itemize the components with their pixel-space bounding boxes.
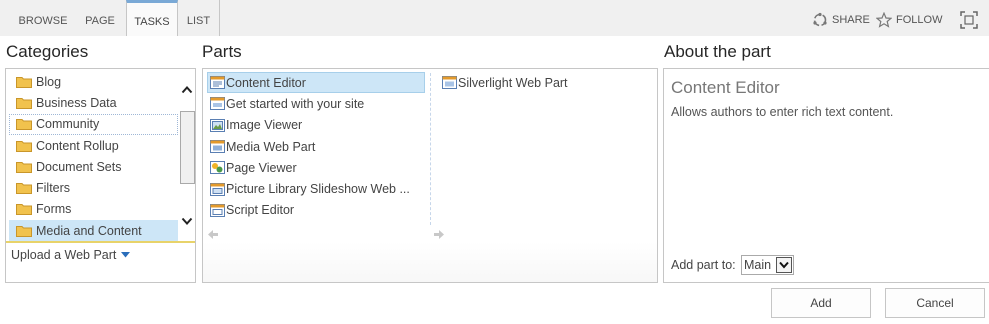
about-part-title: Content Editor [671,78,780,97]
part-item-media-web-part[interactable]: Media Web Part [207,136,425,157]
folder-icon [16,140,32,152]
part-item-script-editor[interactable]: Script Editor [207,200,425,221]
web-part-icon [210,97,225,111]
share-button[interactable]: SHARE [812,11,870,29]
category-item-media-and-content[interactable]: Media and Content [9,220,178,242]
about-heading: About the part [664,42,771,61]
folder-icon [16,225,32,237]
category-label: Filters [36,181,71,196]
part-item-content-editor[interactable]: Content Editor [207,72,425,94]
part-item-silverlight[interactable]: Silverlight Web Part [439,72,649,93]
folder-icon [16,119,32,131]
parts-list-column-2: Silverlight Web Part [439,72,649,93]
folder-icon [16,76,32,88]
part-label: Content Editor [226,75,306,90]
slideshow-icon [210,182,225,196]
cancel-button[interactable]: Cancel [885,288,985,318]
scroll-down-icon[interactable] [181,215,193,227]
part-label: Script Editor [226,203,295,218]
folder-icon [16,161,32,173]
scroll-up-icon[interactable] [181,84,193,96]
part-item-get-started[interactable]: Get started with your site [207,93,425,114]
category-item-content-rollup[interactable]: Content Rollup [9,135,178,156]
about-part-description: Allows authors to enter rich text conten… [671,105,894,119]
star-icon [876,12,892,28]
follow-button[interactable]: FOLLOW [876,11,942,29]
tab-tasks[interactable]: TASKS [126,0,178,36]
image-viewer-icon [210,118,225,132]
follow-label: FOLLOW [896,14,943,26]
part-item-image-viewer[interactable]: Image Viewer [207,115,425,136]
previous-page-arrow-icon[interactable] [208,229,219,240]
tab-list[interactable]: LIST [178,0,220,36]
script-editor-icon [210,203,225,217]
category-item-blog[interactable]: Blog [9,71,178,92]
part-label: Silverlight Web Part [458,75,568,90]
parts-panel: Content Editor Get started with your sit… [202,68,658,283]
category-item-filters[interactable]: Filters [9,177,178,198]
upload-label: Upload a Web Part [11,248,117,262]
next-page-arrow-icon[interactable] [433,229,444,240]
ribbon: BROWSE PAGE TASKS LIST SHARE FOLLOW [0,0,989,36]
about-panel: Content Editor Allows authors to enter r… [663,68,989,283]
category-item-document-sets[interactable]: Document Sets [9,156,178,177]
folder-icon [16,183,32,195]
parts-list-column-1: Content Editor Get started with your sit… [207,72,425,221]
part-item-page-viewer[interactable]: Page Viewer [207,157,425,178]
folder-icon [16,97,32,109]
category-label: Business Data [36,95,117,110]
tab-page[interactable]: PAGE [78,0,122,36]
select-arrow [776,257,792,273]
category-label: Media and Content [36,223,142,238]
part-label: Media Web Part [226,139,316,154]
parts-column-divider [430,73,431,225]
category-label: Document Sets [36,159,122,174]
category-label: Forms [36,202,72,217]
add-part-to-label: Add part to: [671,258,736,272]
category-label: Community [36,117,100,132]
silverlight-icon [442,76,457,90]
media-icon [210,140,225,154]
upload-web-part-button[interactable]: Upload a Web Part [11,248,131,262]
category-label: Content Rollup [36,138,119,153]
focus-icon [960,11,978,29]
categories-panel: Blog Business Data Community Content Rol… [5,68,196,283]
categories-list: Blog Business Data Community Content Rol… [9,71,178,242]
part-label: Picture Library Slideshow Web ... [226,182,410,197]
category-label: Blog [36,74,62,89]
focus-on-content-button[interactable] [960,11,978,29]
categories-heading: Categories [6,42,89,61]
add-button[interactable]: Add [771,288,871,318]
add-part-to-select[interactable]: Main [741,255,794,275]
share-label: SHARE [832,14,870,26]
category-item-forms[interactable]: Forms [9,199,178,220]
part-item-picture-library-slideshow[interactable]: Picture Library Slideshow Web ... [207,178,425,199]
add-part-to-value: Main [744,258,772,272]
share-icon [813,12,827,27]
folder-icon [16,204,32,216]
chevron-down-icon [779,261,789,269]
categories-scrollbar-thumb[interactable] [180,111,195,184]
tab-browse[interactable]: BROWSE [12,0,74,36]
parts-heading: Parts [202,42,242,61]
part-label: Get started with your site [226,96,365,111]
category-item-business-data[interactable]: Business Data [9,92,178,113]
category-item-community[interactable]: Community [9,113,178,135]
categories-divider [6,241,195,243]
content-editor-icon [210,76,225,90]
parts-panel-footer [203,242,657,282]
dropdown-arrow-icon [121,252,131,258]
part-label: Page Viewer [226,160,297,175]
part-label: Image Viewer [226,118,303,133]
page-viewer-icon [210,161,225,175]
